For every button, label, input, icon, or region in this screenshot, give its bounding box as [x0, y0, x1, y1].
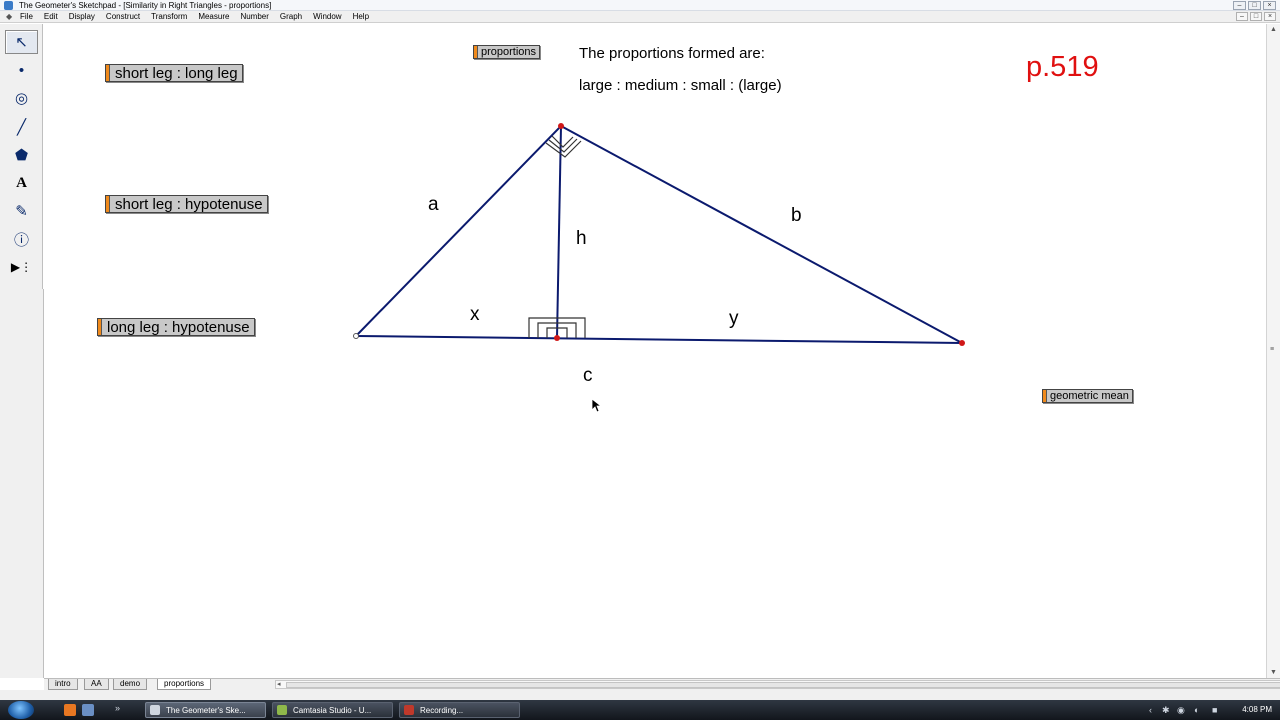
doc-close-button[interactable]: ×: [1264, 12, 1276, 21]
status-area: [0, 690, 1280, 700]
quicklaunch-more-icon[interactable]: »: [115, 703, 120, 713]
maximize-button[interactable]: □: [1248, 1, 1261, 10]
mouse-cursor-icon: [592, 399, 602, 413]
taskbar-item-camtasia[interactable]: Camtasia Studio - U...: [272, 702, 393, 718]
compass-circle-icon[interactable]: ◎: [5, 86, 38, 110]
scroll-down-arrow-icon[interactable]: ▼: [1270, 669, 1277, 676]
tab-demo[interactable]: demo: [113, 679, 148, 690]
document-icon[interactable]: ◆: [6, 12, 14, 21]
scroll-left-arrow-icon[interactable]: ◂: [277, 680, 281, 688]
short-leg-long-leg-button[interactable]: short leg : long leg: [105, 64, 243, 82]
window-controls: – □ ×: [1233, 1, 1276, 10]
camtasia-task-icon: [277, 705, 287, 715]
desktop-icon[interactable]: [82, 704, 94, 716]
taskbar-item-recording[interactable]: Recording...: [399, 702, 520, 718]
arrow-select-icon[interactable]: ↖: [5, 30, 38, 54]
sketchpad-task-icon: [150, 705, 160, 715]
menu-display[interactable]: Display: [69, 12, 95, 21]
button-label: short leg : long leg: [115, 64, 238, 82]
menu-number[interactable]: Number: [240, 12, 268, 21]
button-label: proportions: [481, 46, 537, 58]
information-tool-icon[interactable]: ⓘ: [5, 227, 38, 251]
label-b[interactable]: b: [791, 205, 802, 227]
minimize-button[interactable]: –: [1233, 1, 1246, 10]
taskbar-clock[interactable]: 4:08 PM: [1242, 705, 1272, 714]
sketch-canvas[interactable]: [44, 24, 1266, 678]
window-title: The Geometer's Sketchpad - [Similarity i…: [19, 0, 272, 10]
long-leg-hypotenuse-button[interactable]: long leg : hypotenuse: [97, 318, 255, 336]
point-tool-icon[interactable]: •: [5, 58, 38, 82]
title-bar: The Geometer's Sketchpad - [Similarity i…: [0, 0, 1280, 11]
taskbar-item-label: Recording...: [420, 705, 464, 715]
label-x[interactable]: x: [470, 304, 480, 326]
menu-help[interactable]: Help: [353, 12, 369, 21]
menu-file[interactable]: File: [20, 12, 33, 21]
bluetooth-icon[interactable]: ✱: [1162, 705, 1170, 716]
taskbar-item-sketchpad[interactable]: The Geometer's Ske...: [145, 702, 266, 718]
button-label: long leg : hypotenuse: [107, 318, 250, 336]
windows-taskbar: » The Geometer's Ske... Camtasia Studio …: [0, 700, 1280, 720]
start-button-icon[interactable]: [8, 701, 34, 719]
ratio-caption[interactable]: large : medium : small : (large): [579, 77, 782, 94]
doc-minimize-button[interactable]: –: [1236, 12, 1248, 21]
firefox-icon[interactable]: [64, 704, 76, 716]
short-leg-hypotenuse-button[interactable]: short leg : hypotenuse: [105, 195, 268, 213]
scroll-thumb[interactable]: [286, 682, 1280, 688]
menu-window[interactable]: Window: [313, 12, 341, 21]
volume-icon[interactable]: ◐: [1194, 705, 1199, 715]
tab-intro[interactable]: intro: [48, 679, 78, 690]
straightedge-icon[interactable]: ╱: [5, 115, 38, 139]
scroll-grip-icon: ≡: [1270, 346, 1275, 353]
label-a[interactable]: a: [428, 194, 439, 216]
toolbox: ↖ • ◎ ╱ ⬟ A ✎ ⓘ ▶⋮: [0, 24, 43, 289]
marker-tool-icon[interactable]: ✎: [5, 199, 38, 223]
menu-transform[interactable]: Transform: [151, 12, 187, 21]
doc-restore-button[interactable]: □: [1250, 12, 1262, 21]
vertical-scrollbar[interactable]: ▲ ≡ ▼: [1266, 24, 1280, 678]
security-icon[interactable]: ■: [1212, 705, 1217, 715]
label-h[interactable]: h: [576, 228, 587, 250]
custom-tool-icon[interactable]: ▶⋮: [5, 255, 38, 279]
tab-aa[interactable]: AA: [84, 679, 109, 690]
proportions-button[interactable]: proportions: [473, 45, 541, 59]
scroll-up-arrow-icon[interactable]: ▲: [1270, 26, 1277, 33]
menu-construct[interactable]: Construct: [106, 12, 140, 21]
sketchpad-app-icon: [4, 0, 13, 10]
button-label: geometric mean: [1050, 390, 1129, 402]
menu-graph[interactable]: Graph: [280, 12, 302, 21]
polygon-tool-icon[interactable]: ⬟: [5, 143, 38, 167]
taskbar-item-label: Camtasia Studio - U...: [293, 705, 372, 715]
button-label: short leg : hypotenuse: [115, 195, 263, 213]
geometric-mean-button[interactable]: geometric mean: [1042, 389, 1133, 403]
label-y[interactable]: y: [729, 308, 739, 330]
tab-proportions[interactable]: proportions: [157, 679, 212, 690]
menu-edit[interactable]: Edit: [44, 12, 58, 21]
menu-measure[interactable]: Measure: [198, 12, 229, 21]
horizontal-scrollbar[interactable]: ◂ ▸: [275, 680, 1280, 689]
close-button[interactable]: ×: [1263, 1, 1276, 10]
menu-bar: ◆ File Edit Display Construct Transform …: [0, 11, 1280, 23]
recording-task-icon: [404, 705, 414, 715]
proportions-heading[interactable]: The proportions formed are:: [579, 45, 765, 62]
toolbox-background: [0, 289, 44, 678]
tray-expand-icon[interactable]: ‹: [1149, 705, 1152, 715]
label-c[interactable]: c: [583, 365, 593, 387]
taskbar-item-label: The Geometer's Ske...: [166, 705, 246, 715]
text-tool-icon[interactable]: A: [5, 171, 38, 195]
page-tabs-bar: intro AA demo proportions ◂ ▸: [44, 678, 1280, 690]
network-icon[interactable]: ◉: [1177, 705, 1185, 716]
page-reference[interactable]: p.519: [1026, 51, 1099, 84]
document-window-controls: – □ ×: [1236, 12, 1276, 21]
